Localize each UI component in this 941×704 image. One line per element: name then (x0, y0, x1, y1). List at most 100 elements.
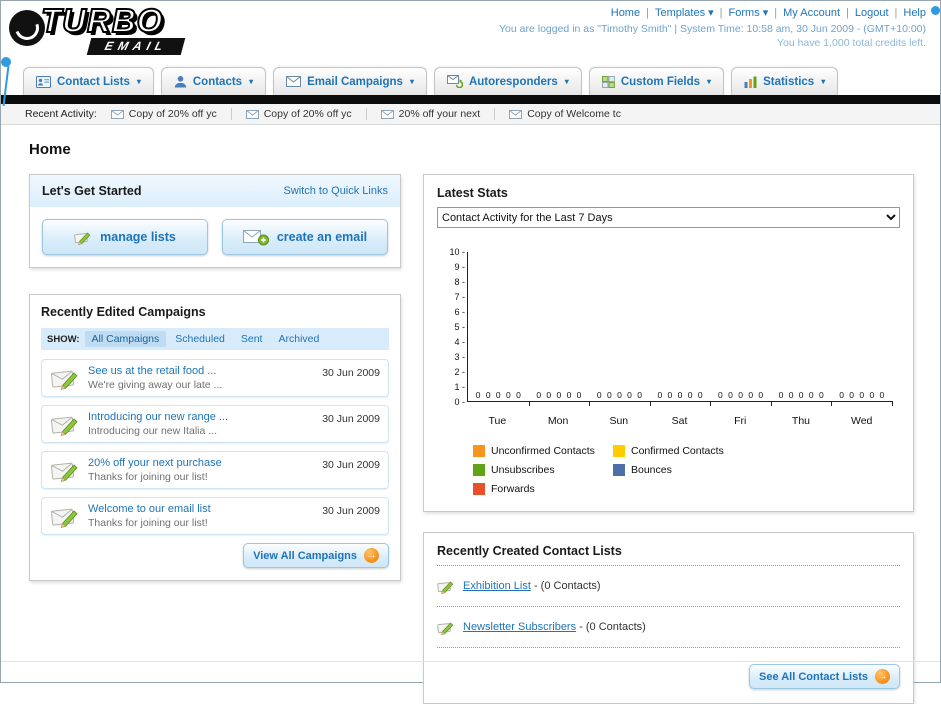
contact-list-items: Exhibition List - (0 Contacts) Newsletter… (437, 573, 900, 648)
legend-item-bounces: Bounces (613, 464, 753, 476)
nav-tab-label: Email Campaigns (307, 75, 403, 88)
nav-divider-bar (1, 95, 940, 104)
campaign-tabs: All Campaigns Scheduled Sent Archived (84, 331, 327, 347)
contact-activity-chart: 10 - 9 - 8 - 7 - 6 - 5 - 4 - 3 - 2 - 1 - 0 - 0 0 0… (439, 248, 893, 495)
top-link-home[interactable]: Home (611, 7, 640, 19)
see-all-contact-lists-button[interactable]: See All Contact Lists → (748, 664, 900, 689)
recent-activity-item[interactable]: Copy of 20% off yc (110, 108, 232, 120)
get-started-header: Let's Get Started Switch to Quick Links (30, 175, 400, 207)
switch-quick-links-link[interactable]: Switch to Quick Links (283, 185, 388, 197)
chevron-down-icon: ▾ (564, 77, 569, 86)
legend-label: Unsubscribes (491, 464, 555, 476)
campaign-date: 30 Jun 2009 (322, 367, 380, 379)
contact-list-item[interactable]: Newsletter Subscribers - (0 Contacts) (437, 614, 900, 640)
latest-stats-title: Latest Stats (437, 186, 508, 200)
view-all-campaigns-button[interactable]: View All Campaigns → (243, 543, 389, 568)
nav-tab-label: Statistics (763, 75, 815, 88)
recent-activity-item[interactable]: Copy of Welcome tc (509, 108, 635, 120)
envelope-icon (245, 109, 259, 119)
campaign-row[interactable]: 20% off your next purchase Thanks for joi… (41, 451, 389, 489)
campaign-title-link[interactable]: Introducing our new range ... (88, 411, 314, 423)
legend-swatch (613, 464, 625, 476)
legend-swatch (473, 464, 485, 476)
custom-fields-icon (601, 75, 615, 88)
y-axis-label: 4 - (454, 337, 465, 347)
recent-activity-items: Copy of 20% off yc Copy of 20% off yc 20% … (110, 108, 635, 120)
nav-tab-contacts[interactable]: Contacts ▾ (160, 67, 267, 95)
credits-info: You have 1,000 total credits left. (776, 37, 926, 49)
nav-tab-autoresponders[interactable]: Autoresponders ▾ (433, 67, 582, 95)
chart-group-values: 0 0 0 0 0 (536, 390, 582, 400)
campaign-subtitle: We're giving away our late ... (88, 379, 223, 391)
pencil-icon (437, 618, 455, 636)
top-link-templates[interactable]: Templates ▾ (655, 6, 714, 19)
recent-activity-bar: Recent Activity: Copy of 20% off yc Copy … (1, 104, 940, 125)
top-link-my-account[interactable]: My Account (783, 7, 840, 19)
campaign-title-link[interactable]: Welcome to our email list (88, 503, 314, 515)
create-email-button[interactable]: create an email (222, 219, 388, 255)
recent-activity-item[interactable]: 20% off your next (380, 108, 496, 120)
get-started-panel: Let's Get Started Switch to Quick Links … (29, 174, 401, 268)
recent-activity-text: Copy of Welcome tc (527, 108, 621, 120)
main-nav: Contact Lists ▾ Contacts ▾ Email Campaigns ▾ A… (1, 65, 940, 95)
show-label: SHOW: (47, 333, 80, 345)
app-header: TURBO EMAIL Home | Templates ▾ | Forms ▾ | My … (1, 1, 940, 65)
chart-group: 0 0 0 0 0 (589, 252, 651, 406)
stats-period-select[interactable]: Contact Activity for the Last 7 Days (437, 207, 900, 228)
recent-activity-text: 20% off your next (398, 108, 481, 120)
top-link-forms[interactable]: Forms ▾ (729, 6, 769, 19)
top-link-help[interactable]: Help (903, 7, 926, 19)
recent-activity-item[interactable]: Copy of 20% off yc (245, 108, 367, 120)
logo-turbo-text: TURBO (40, 2, 164, 39)
chart-group: 0 0 0 0 0 (529, 252, 590, 406)
campaign-subtitle: Thanks for joining our list! (88, 517, 208, 529)
legend-item-confirmed-contacts: Confirmed Contacts (613, 445, 753, 457)
nav-tab-statistics[interactable]: Statistics ▾ (731, 67, 839, 95)
nav-tab-label: Contacts (192, 75, 243, 88)
y-axis-label: 3 - (454, 352, 465, 362)
chart-x-labels: Tue Mon Sun Sat Fri Thu Wed (467, 410, 892, 427)
chart-group-values: 0 0 0 0 0 (778, 390, 824, 400)
campaign-tab-archived[interactable]: Archived (271, 331, 326, 347)
chart-group-values: 0 0 0 0 0 (718, 390, 764, 400)
link-separator: | (774, 6, 778, 19)
x-axis-label: Wed (850, 415, 873, 427)
campaign-row[interactable]: Introducing our new range ... Introducing… (41, 405, 389, 443)
campaign-title-link[interactable]: See us at the retail food ... (88, 365, 314, 377)
logo-email-text: EMAIL (86, 38, 186, 55)
chart-group: 0 0 0 0 0 (831, 252, 893, 406)
y-axis-label: 7 - (454, 292, 465, 302)
recent-activity-text: Copy of 20% off yc (263, 108, 352, 120)
top-link-logout[interactable]: Logout (855, 7, 889, 19)
x-axis-label: Sun (609, 415, 629, 427)
campaign-filter-bar: SHOW: All Campaigns Scheduled Sent Archived (41, 328, 389, 350)
arrow-right-icon: → (875, 669, 890, 684)
chart-group: 0 0 0 0 0 (468, 252, 530, 406)
latest-stats-panel: Latest Stats Contact Activity for the La… (423, 174, 914, 512)
x-axis-label: Fri (734, 415, 747, 427)
campaign-row[interactable]: See us at the retail food ... We're givin… (41, 359, 389, 397)
nav-tab-email-campaigns[interactable]: Email Campaigns ▾ (273, 67, 427, 95)
legend-swatch (473, 445, 485, 457)
logo-disc-icon (9, 10, 45, 46)
campaign-tab-sent[interactable]: Sent (234, 331, 270, 347)
recently-created-contact-lists-panel: Recently Created Contact Lists Exhibitio… (423, 532, 914, 704)
campaign-date: 30 Jun 2009 (322, 459, 380, 471)
nav-tab-contact-lists[interactable]: Contact Lists ▾ (23, 67, 154, 95)
x-axis-label: Thu (791, 415, 810, 427)
legend-item-unsubscribes: Unsubscribes (473, 464, 613, 476)
manage-lists-button[interactable]: manage lists (42, 219, 208, 255)
contacts-icon (174, 75, 187, 88)
campaign-row[interactable]: Welcome to our email list Thanks for join… (41, 497, 389, 535)
campaign-title-link[interactable]: 20% off your next purchase (88, 457, 314, 469)
contact-list-link[interactable]: Exhibition List (463, 580, 531, 592)
campaign-tab-scheduled[interactable]: Scheduled (168, 331, 232, 347)
contact-list-item[interactable]: Exhibition List - (0 Contacts) (437, 573, 900, 599)
campaign-tab-all-campaigns[interactable]: All Campaigns (84, 331, 167, 347)
chart-legend: Unconfirmed Contacts Confirmed Contacts Un… (473, 445, 892, 495)
nav-tab-custom-fields[interactable]: Custom Fields ▾ (588, 67, 725, 95)
footer-divider (1, 661, 940, 662)
campaign-date: 30 Jun 2009 (322, 505, 380, 517)
contact-list-link[interactable]: Newsletter Subscribers (463, 621, 576, 633)
email-campaigns-icon (286, 76, 302, 87)
